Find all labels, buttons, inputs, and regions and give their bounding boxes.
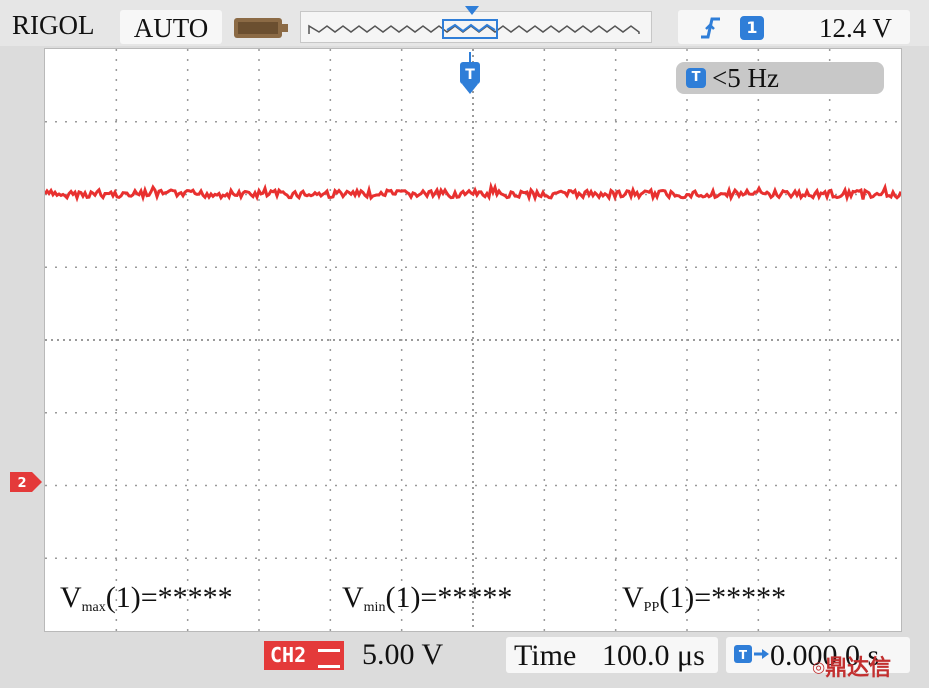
trigger-mode-label: AUTO bbox=[133, 13, 209, 43]
channel-2-badge[interactable]: CH2 bbox=[264, 641, 344, 670]
trigger-settings-panel[interactable]: 1 12.4 V bbox=[678, 10, 910, 44]
channel-scale-value: 5.00 V bbox=[362, 638, 444, 671]
trigger-mode-button[interactable]: AUTO bbox=[120, 10, 222, 44]
rising-edge-icon bbox=[698, 17, 722, 44]
time-scale-value: 100.0 μs bbox=[602, 639, 705, 672]
channel-label: CH2 bbox=[270, 643, 307, 667]
timebase-panel[interactable]: Time 100.0 μs bbox=[506, 637, 718, 673]
frequency-value: <5 Hz bbox=[712, 63, 779, 93]
measurement-vpp: VPP(1)=***** bbox=[622, 581, 787, 615]
trigger-icon: T bbox=[686, 68, 706, 88]
horizontal-offset-arrow-icon: T bbox=[734, 645, 770, 670]
graticule-and-trace bbox=[45, 49, 901, 631]
time-label: Time bbox=[514, 639, 577, 672]
brand-label: RIGOL bbox=[12, 10, 95, 40]
measurement-vmax: Vmax(1)=***** bbox=[60, 581, 233, 615]
watermark-logo: ◎鼎达信 bbox=[812, 656, 892, 681]
ch2-marker-label: 2 bbox=[17, 476, 26, 491]
waveform-display[interactable] bbox=[44, 48, 902, 632]
coupling-icon bbox=[318, 649, 340, 668]
trigger-position-marker-top-icon bbox=[464, 4, 480, 22]
ch2-ground-marker[interactable]: 2 bbox=[10, 472, 44, 497]
measurement-vmin: Vmin(1)=***** bbox=[342, 581, 513, 615]
trigger-position-marker-icon[interactable]: T bbox=[458, 52, 482, 103]
trigger-marker-label: T bbox=[465, 67, 475, 83]
trigger-level-value: 12.4 V bbox=[818, 13, 892, 43]
svg-text:T: T bbox=[739, 648, 748, 662]
watermark-icon: ◎ bbox=[812, 658, 826, 676]
trigger-source-badge: 1 bbox=[740, 16, 764, 40]
memory-depth-icon bbox=[234, 16, 290, 45]
trigger-frequency-readout: T <5 Hz bbox=[676, 62, 884, 94]
